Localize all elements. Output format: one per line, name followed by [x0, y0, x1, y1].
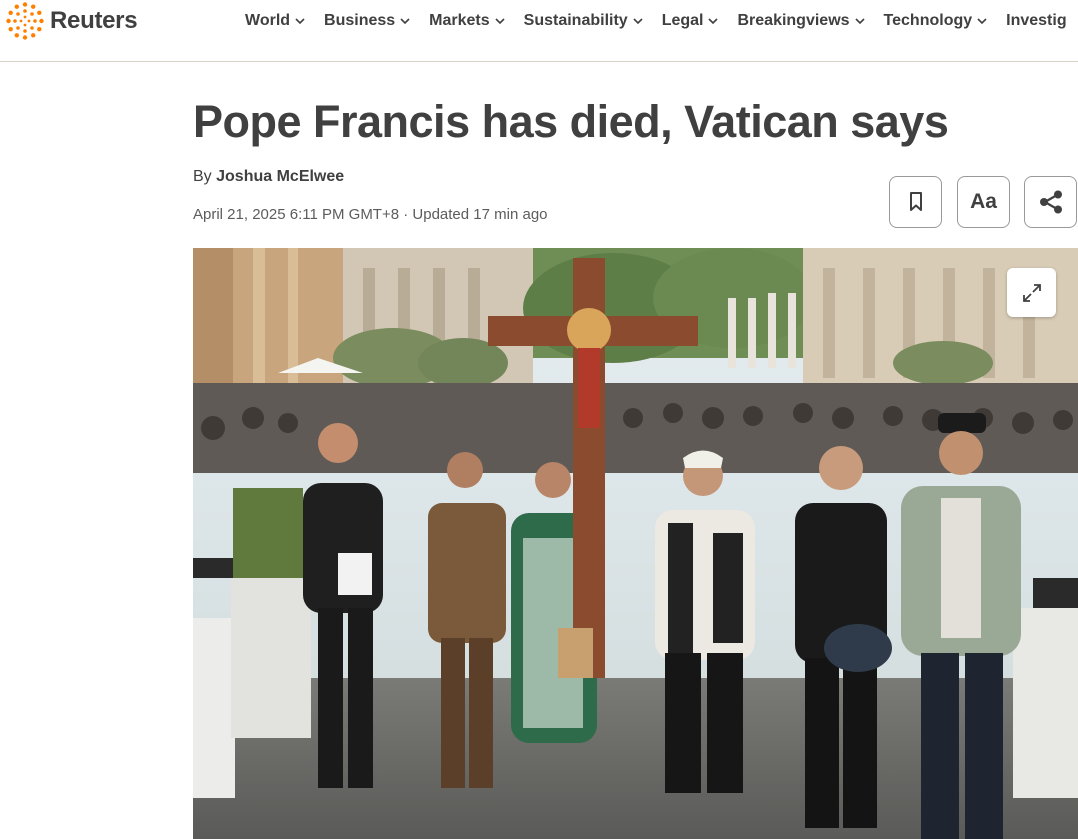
nav-item-sustainability[interactable]: Sustainability — [524, 12, 644, 30]
byline-prefix: By — [193, 168, 212, 185]
text-size-button[interactable]: Aa — [957, 176, 1010, 228]
nav-item-label: Technology — [883, 12, 973, 29]
chevron-down-icon — [854, 18, 865, 25]
nav-item-legal[interactable]: Legal — [662, 12, 720, 30]
top-navigation: Reuters World Business Markets Sustainab… — [0, 0, 1078, 62]
logo-wordmark: Reuters — [50, 7, 138, 34]
nav-item-investigations[interactable]: Investig — [1006, 12, 1066, 30]
nav-item-label: Sustainability — [523, 12, 628, 29]
nav-item-technology[interactable]: Technology — [884, 12, 989, 30]
nav-item-world[interactable]: World — [245, 12, 306, 30]
nav-item-label: Legal — [661, 12, 704, 29]
share-button[interactable] — [1024, 176, 1077, 228]
expand-icon — [1022, 283, 1041, 302]
nav-item-markets[interactable]: Markets — [429, 12, 505, 30]
chevron-down-icon — [495, 18, 505, 25]
nav-item-label: World — [245, 12, 291, 29]
chevron-down-icon — [295, 18, 305, 25]
share-icon — [1039, 190, 1062, 214]
expand-photo-button[interactable] — [1007, 268, 1056, 317]
chevron-down-icon — [400, 18, 410, 25]
section-menu: World Business Markets Sustainability Le… — [245, 9, 1078, 33]
text-size-label: Aa — [970, 190, 997, 213]
nav-item-label: Investig — [1006, 12, 1067, 29]
byline: By Joshua McElwee — [193, 168, 344, 186]
nav-item-breakingviews[interactable]: Breakingviews — [737, 12, 865, 30]
bookmark-icon — [909, 192, 922, 211]
article-headline: Pope Francis has died, Vatican says — [193, 96, 949, 147]
author-link[interactable]: Joshua McElwee — [216, 168, 344, 185]
nav-item-label: Business — [324, 12, 396, 29]
nav-item-business[interactable]: Business — [324, 12, 411, 30]
crowd-procession-image — [193, 248, 1078, 839]
chevron-down-icon — [633, 18, 643, 25]
nav-item-label: Breakingviews — [737, 12, 850, 29]
chevron-down-icon — [977, 18, 987, 25]
reuters-dots-icon — [6, 2, 44, 40]
article-dateline: April 21, 2025 6:11 PM GMT+8 · Updated 1… — [193, 206, 548, 223]
reuters-logo[interactable]: Reuters — [5, 1, 138, 41]
bookmark-button[interactable] — [889, 176, 942, 228]
lead-photo[interactable] — [193, 248, 1078, 839]
nav-item-label: Markets — [429, 12, 490, 29]
chevron-down-icon — [708, 18, 719, 25]
